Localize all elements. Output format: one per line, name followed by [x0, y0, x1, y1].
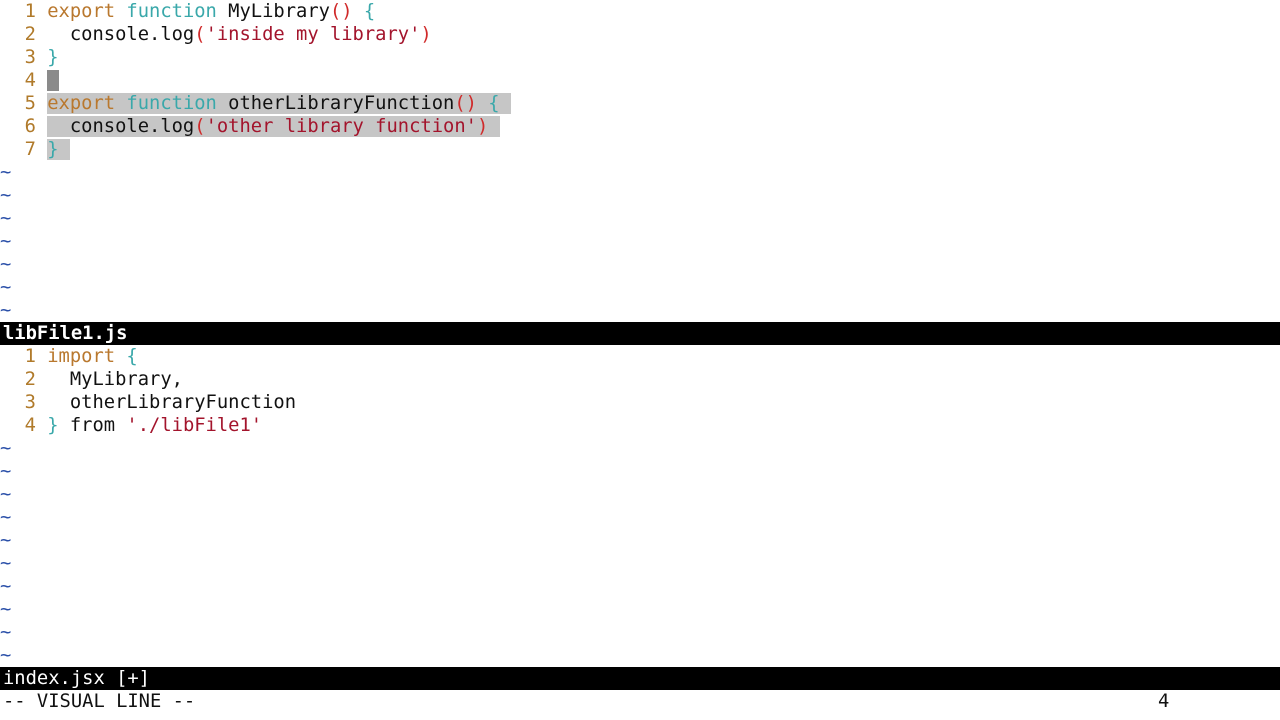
code-text [47, 70, 59, 91]
empty-line-tilde: ~ [0, 438, 12, 459]
empty-line-tilde: ~ [0, 300, 12, 321]
code-token: () [454, 93, 477, 114]
empty-line-tilde: ~ [0, 254, 12, 275]
code-token: otherLibraryFunction [228, 93, 455, 114]
code-line[interactable]: 1 import { [2, 345, 138, 368]
line-number: 2 [24, 369, 36, 390]
line-number: 3 [24, 392, 36, 413]
code-token: function [126, 1, 229, 22]
code-text: console.log('other library function') [47, 116, 500, 137]
code-token: './libFile1' [126, 415, 263, 436]
empty-line-tilde: ~ [0, 507, 12, 528]
empty-line-tilde: ~ [0, 645, 12, 666]
empty-line-tilde: ~ [0, 622, 12, 643]
bottom-pane-status-line: index.jsx [+] [0, 667, 1280, 690]
code-line[interactable]: 4 } from './libFile1' [2, 414, 262, 437]
code-token: () [329, 1, 353, 22]
empty-line-tilde: ~ [0, 162, 12, 183]
code-line[interactable]: 7 } [2, 138, 70, 161]
line-number: 1 [24, 1, 36, 22]
code-token: ( [194, 116, 206, 137]
code-token: MyLibrary, [47, 369, 183, 390]
empty-line-tilde: ~ [0, 185, 12, 206]
top-pane-status-line: libFile1.js [0, 322, 1280, 345]
code-text: MyLibrary, [47, 369, 183, 390]
code-token: otherLibraryFunction [47, 392, 297, 413]
line-number: 3 [24, 47, 36, 68]
code-text: } [47, 139, 70, 160]
line-number: 2 [24, 24, 36, 45]
code-token: { [363, 1, 376, 22]
code-line[interactable]: 2 MyLibrary, [2, 368, 183, 391]
code-token: console.log [47, 116, 195, 137]
code-token: ) [476, 116, 489, 137]
empty-line-tilde: ~ [0, 576, 12, 597]
line-number: 6 [24, 116, 36, 137]
code-token: MyLibrary [228, 1, 330, 22]
code-text: } [47, 47, 58, 68]
code-token: export [47, 1, 127, 22]
line-number: 7 [24, 139, 36, 160]
line-number: 5 [24, 93, 36, 114]
empty-line-tilde: ~ [0, 599, 12, 620]
code-line[interactable]: 2 console.log('inside my library') [2, 23, 432, 46]
mode-indicator: -- VISUAL LINE -- [3, 691, 196, 712]
code-line[interactable]: 5 export function otherLibraryFunction()… [2, 92, 511, 115]
code-token: ( [194, 24, 206, 45]
code-token: export [47, 93, 127, 114]
code-token: import [47, 346, 127, 367]
code-line[interactable]: 3 otherLibraryFunction [2, 391, 296, 414]
code-token: } [47, 47, 59, 68]
line-number: 4 [24, 415, 36, 436]
code-token: console.log [47, 24, 195, 45]
empty-line-tilde: ~ [0, 530, 12, 551]
code-line[interactable]: 3 } [2, 46, 59, 69]
empty-line-tilde: ~ [0, 553, 12, 574]
line-number: 1 [24, 346, 36, 367]
empty-line-tilde: ~ [0, 484, 12, 505]
code-text: export function MyLibrary() { [47, 1, 375, 22]
code-line[interactable]: 1 export function MyLibrary() { [2, 0, 376, 23]
code-token: ) [420, 24, 432, 45]
code-token: } [47, 415, 59, 436]
code-token: { [488, 93, 500, 114]
code-token: { [126, 346, 138, 367]
code-token: 'inside my library' [205, 24, 421, 45]
empty-line-tilde: ~ [0, 461, 12, 482]
code-line[interactable]: 6 console.log('other library function') [2, 115, 500, 138]
selection-count: 4 [1158, 691, 1170, 712]
empty-line-tilde: ~ [0, 277, 12, 298]
line-number: 4 [24, 70, 36, 91]
code-text: export function otherLibraryFunction() { [47, 93, 511, 114]
empty-line-tilde: ~ [0, 208, 12, 229]
code-line[interactable]: 4 [2, 69, 59, 92]
code-text: console.log('inside my library') [47, 24, 432, 45]
cursor [47, 70, 59, 91]
empty-line-tilde: ~ [0, 231, 12, 252]
code-text: import { [47, 346, 137, 367]
code-text: } from './libFile1' [47, 415, 262, 436]
code-token: 'other library function' [205, 116, 477, 137]
code-token: function [126, 93, 229, 114]
code-token: from [58, 415, 127, 436]
code-token: } [47, 139, 59, 160]
code-text: otherLibraryFunction [47, 392, 296, 413]
